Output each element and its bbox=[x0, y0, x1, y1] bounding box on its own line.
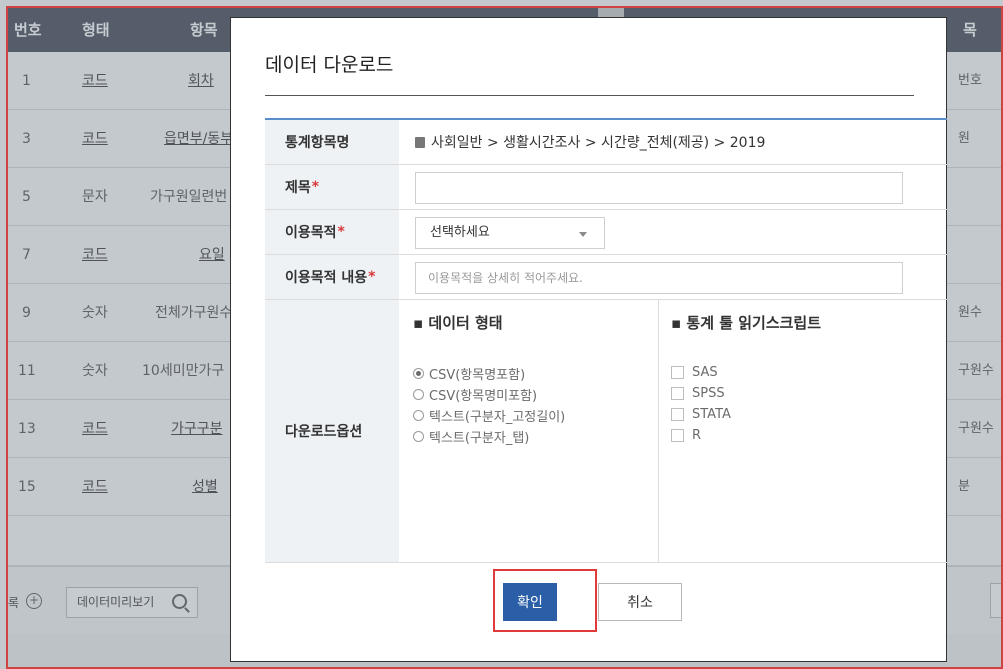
title-divider bbox=[265, 95, 914, 96]
title-input[interactable] bbox=[415, 172, 903, 204]
data-download-modal: 데이터 다운로드 통계항목명 사회일반 > 생활시간조사 > 시간량_전체(제공… bbox=[230, 17, 947, 662]
radio-button[interactable] bbox=[413, 431, 424, 442]
format-option-text-fixed[interactable]: 텍스트(구분자_고정길이) bbox=[413, 406, 565, 425]
confirm-button[interactable]: 확인 bbox=[503, 583, 557, 621]
download-options-label: 다운로드옵션 bbox=[265, 300, 399, 562]
checkbox[interactable] bbox=[671, 387, 684, 400]
required-mark: * bbox=[368, 269, 376, 285]
tool-option-sas[interactable]: SAS bbox=[671, 365, 718, 380]
stat-item-value: 사회일반 > 생활시간조사 > 시간량_전체(제공) > 2019 bbox=[399, 120, 947, 164]
chevron-down-icon bbox=[579, 232, 587, 237]
tool-option-stata[interactable]: STATA bbox=[671, 407, 731, 422]
format-option-text-tab[interactable]: 텍스트(구분자_탭) bbox=[413, 427, 529, 446]
row-stat-item: 통계항목명 사회일반 > 생활시간조사 > 시간량_전체(제공) > 2019 bbox=[265, 120, 947, 165]
stat-item-label: 통계항목명 bbox=[265, 120, 399, 164]
row-purpose: 이용목적 * 선택하세요 bbox=[265, 210, 947, 255]
radio-button[interactable] bbox=[413, 410, 424, 421]
stat-tools-heading: ▪ 통계 툴 읽기스크립트 bbox=[671, 314, 822, 332]
tool-option-spss[interactable]: SPSS bbox=[671, 386, 725, 401]
checkbox[interactable] bbox=[671, 429, 684, 442]
format-option-csv-with-names[interactable]: CSV(항목명포함) bbox=[413, 364, 525, 383]
download-form: 통계항목명 사회일반 > 생활시간조사 > 시간량_전체(제공) > 2019 … bbox=[265, 118, 947, 563]
row-download-options: 다운로드옵션 ▪ 데이터 형태 CSV(항목명포함) CSV(항목명미포함) 텍… bbox=[265, 300, 947, 563]
tool-option-r[interactable]: R bbox=[671, 428, 701, 443]
purpose-detail-input[interactable] bbox=[415, 262, 903, 294]
data-format-heading: ▪ 데이터 형태 bbox=[413, 314, 503, 332]
checkbox[interactable] bbox=[671, 366, 684, 379]
row-purpose-detail: 이용목적 내용 * bbox=[265, 255, 947, 300]
table-icon bbox=[415, 136, 425, 148]
purpose-select[interactable]: 선택하세요 bbox=[415, 217, 605, 249]
purpose-label: 이용목적 * bbox=[265, 210, 399, 254]
options-column-divider bbox=[658, 300, 659, 562]
row-title: 제목 * bbox=[265, 165, 947, 210]
radio-button[interactable] bbox=[413, 389, 424, 400]
modal-title: 데이터 다운로드 bbox=[265, 54, 394, 76]
purpose-selected-value: 선택하세요 bbox=[430, 225, 490, 240]
purpose-detail-label: 이용목적 내용 * bbox=[265, 255, 399, 299]
required-mark: * bbox=[337, 224, 345, 240]
cancel-button[interactable]: 취소 bbox=[598, 583, 682, 621]
required-mark: * bbox=[311, 179, 320, 195]
checkbox[interactable] bbox=[671, 408, 684, 421]
stat-item-breadcrumb: 사회일반 > 생활시간조사 > 시간량_전체(제공) > 2019 bbox=[431, 135, 766, 151]
title-label: 제목 * bbox=[265, 165, 399, 209]
format-option-csv-without-names[interactable]: CSV(항목명미포함) bbox=[413, 385, 537, 404]
radio-button-selected[interactable] bbox=[413, 368, 424, 379]
